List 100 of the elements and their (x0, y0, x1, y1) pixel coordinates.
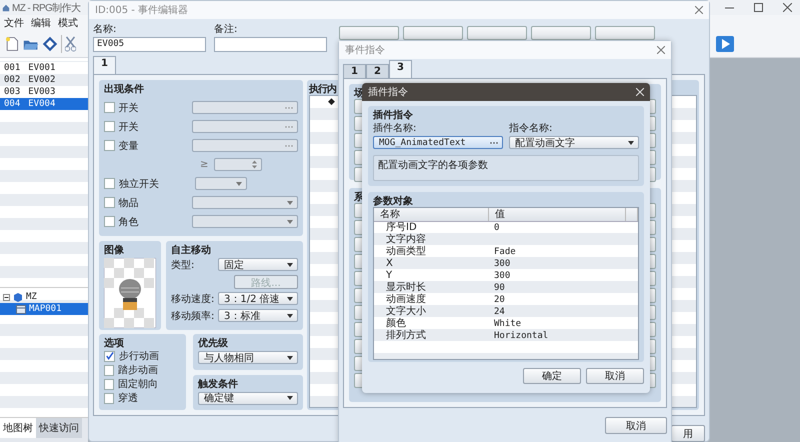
column-header[interactable]: 值 (489, 208, 626, 221)
dropdown[interactable]: 固定 (218, 258, 298, 271)
parameter-row[interactable]: 颜色 White (374, 318, 638, 330)
dropdown[interactable]: 配置动画文字 (509, 136, 639, 149)
caret-icon[interactable] (287, 296, 293, 300)
description-box: 配置动画文字的各项参数 (373, 155, 639, 181)
checkbox[interactable] (104, 121, 115, 132)
event-list-item[interactable]: 001 EV001 (0, 62, 88, 74)
table-cell-text: White (494, 318, 522, 330)
checkbox-label: 踏步动画 (118, 364, 159, 377)
table-cell-text: Fade (494, 246, 517, 258)
tab[interactable]: 地图树 (0, 418, 36, 438)
tab[interactable]: 1 (93, 56, 116, 74)
checkbox[interactable] (104, 102, 115, 113)
dropdown[interactable]: 与人物相同 (198, 351, 298, 364)
field-label: 移动频率: (171, 310, 214, 322)
page-button[interactable] (467, 26, 527, 40)
table-cell-text: 0 (494, 222, 500, 234)
scissors-icon[interactable] (65, 36, 76, 52)
note-field[interactable] (214, 37, 327, 52)
dropdown[interactable]: 确定键 (198, 392, 298, 404)
table-cell-text: 动画类型 (385, 246, 427, 258)
tab[interactable]: 2 (366, 64, 389, 78)
checkbox[interactable] (104, 140, 115, 151)
name-field[interactable]: EV005 (93, 37, 206, 52)
event-list-item[interactable]: 003 EV003 (0, 86, 88, 98)
close-icon[interactable] (695, 6, 703, 14)
dialog-button[interactable]: 确定 (523, 368, 581, 384)
parameter-row[interactable]: 显示时长 90 (374, 282, 638, 294)
dialog-button[interactable]: 用 (671, 425, 705, 442)
parameter-row[interactable]: 动画类型 Fade (374, 246, 638, 258)
checkbox[interactable] (104, 378, 114, 390)
checkbox[interactable] (104, 350, 115, 362)
page-button[interactable] (339, 26, 399, 40)
caret-icon[interactable] (287, 262, 293, 266)
collapse-icon[interactable] (3, 294, 10, 300)
parameter-row[interactable]: 文字内容 (374, 234, 638, 246)
panel-title: 触发条件 (198, 378, 239, 390)
table-cell-text: X (385, 258, 394, 270)
checkbox-label: 独立开关 (119, 178, 160, 190)
event-list-item[interactable]: 002 EV002 (0, 74, 88, 86)
play-icon[interactable] (716, 36, 734, 52)
parameter-row[interactable]: 排列方式 Horizontal (374, 330, 638, 342)
menu-item[interactable]: 模式 (58, 16, 78, 30)
window-title: MZ - RPG制作大 (12, 2, 80, 14)
caret-icon[interactable] (628, 140, 634, 144)
character-sprite-drawing[interactable] (104, 258, 156, 328)
caret-icon[interactable] (287, 396, 293, 400)
field-label: 插件名称: (373, 122, 418, 135)
map-icon (16, 304, 26, 314)
close-icon[interactable] (657, 46, 665, 54)
page-button[interactable] (595, 26, 655, 40)
checkbox-label: 开关 (118, 102, 140, 114)
page-button[interactable] (403, 26, 463, 40)
tab[interactable]: 1 (343, 64, 366, 78)
parameter-row[interactable]: 文字大小 24 (374, 306, 638, 318)
menu-item[interactable]: 编辑 (31, 16, 51, 30)
panel-title: 图像 (104, 244, 125, 256)
parameter-row[interactable]: 序号ID 0 (374, 222, 638, 234)
page-button[interactable] (531, 26, 591, 40)
checkbox[interactable] (104, 216, 115, 227)
dropdown[interactable]: 3：1/2 倍速 (218, 292, 298, 305)
save-icon[interactable] (42, 36, 58, 52)
column-header[interactable]: 名称 (374, 208, 489, 221)
field-label: 指令名称: (509, 122, 554, 135)
tree-item[interactable]: MAP001 (0, 303, 88, 315)
parameter-row[interactable]: X 300 (374, 258, 638, 270)
maximize-icon[interactable] (754, 3, 763, 12)
checkbox-label: 开关 (118, 120, 140, 134)
checkbox[interactable] (104, 392, 114, 404)
checkbox[interactable] (104, 197, 115, 208)
parameter-row[interactable]: Y 300 (374, 270, 638, 282)
comparison-label: ≥ (200, 159, 210, 170)
checkbox[interactable] (104, 178, 115, 189)
panel-title: 出现条件 (104, 82, 145, 95)
panel-title: 自主移动 (171, 243, 212, 256)
window-title: 事件指令 (345, 44, 385, 57)
parameter-row[interactable]: 动画速度 20 (374, 294, 638, 306)
app-logo-icon (2, 4, 10, 12)
tree-item[interactable]: MZ (26, 292, 37, 302)
panel-title: 选项 (104, 336, 125, 349)
event-list-item[interactable]: 004 EV004 (0, 98, 88, 110)
menu-item[interactable]: 文件 (4, 16, 24, 30)
command-line[interactable]: ◆ (314, 97, 335, 107)
table-cell-text: 90 (494, 282, 506, 294)
checkbox[interactable] (104, 364, 114, 376)
caret-icon[interactable] (287, 314, 293, 318)
close-icon[interactable] (783, 3, 792, 12)
caret-icon[interactable] (287, 356, 293, 360)
dialog-button[interactable]: 取消 (605, 417, 667, 434)
tab[interactable]: 3 (388, 60, 412, 78)
tab[interactable]: 快速访问 (36, 418, 82, 438)
dialog-button[interactable]: 取消 (586, 368, 644, 384)
table-cell-text: Y (385, 270, 394, 282)
dropdown[interactable]: 3：标准 (218, 309, 298, 322)
new-file-icon[interactable] (4, 36, 20, 52)
field-label: 移动速度: (171, 292, 214, 306)
plugin-name-field[interactable]: MOG_AnimatedText (373, 136, 503, 149)
table-cell-text: 序号ID (385, 222, 418, 234)
table-cell-text: 动画速度 (385, 294, 427, 306)
